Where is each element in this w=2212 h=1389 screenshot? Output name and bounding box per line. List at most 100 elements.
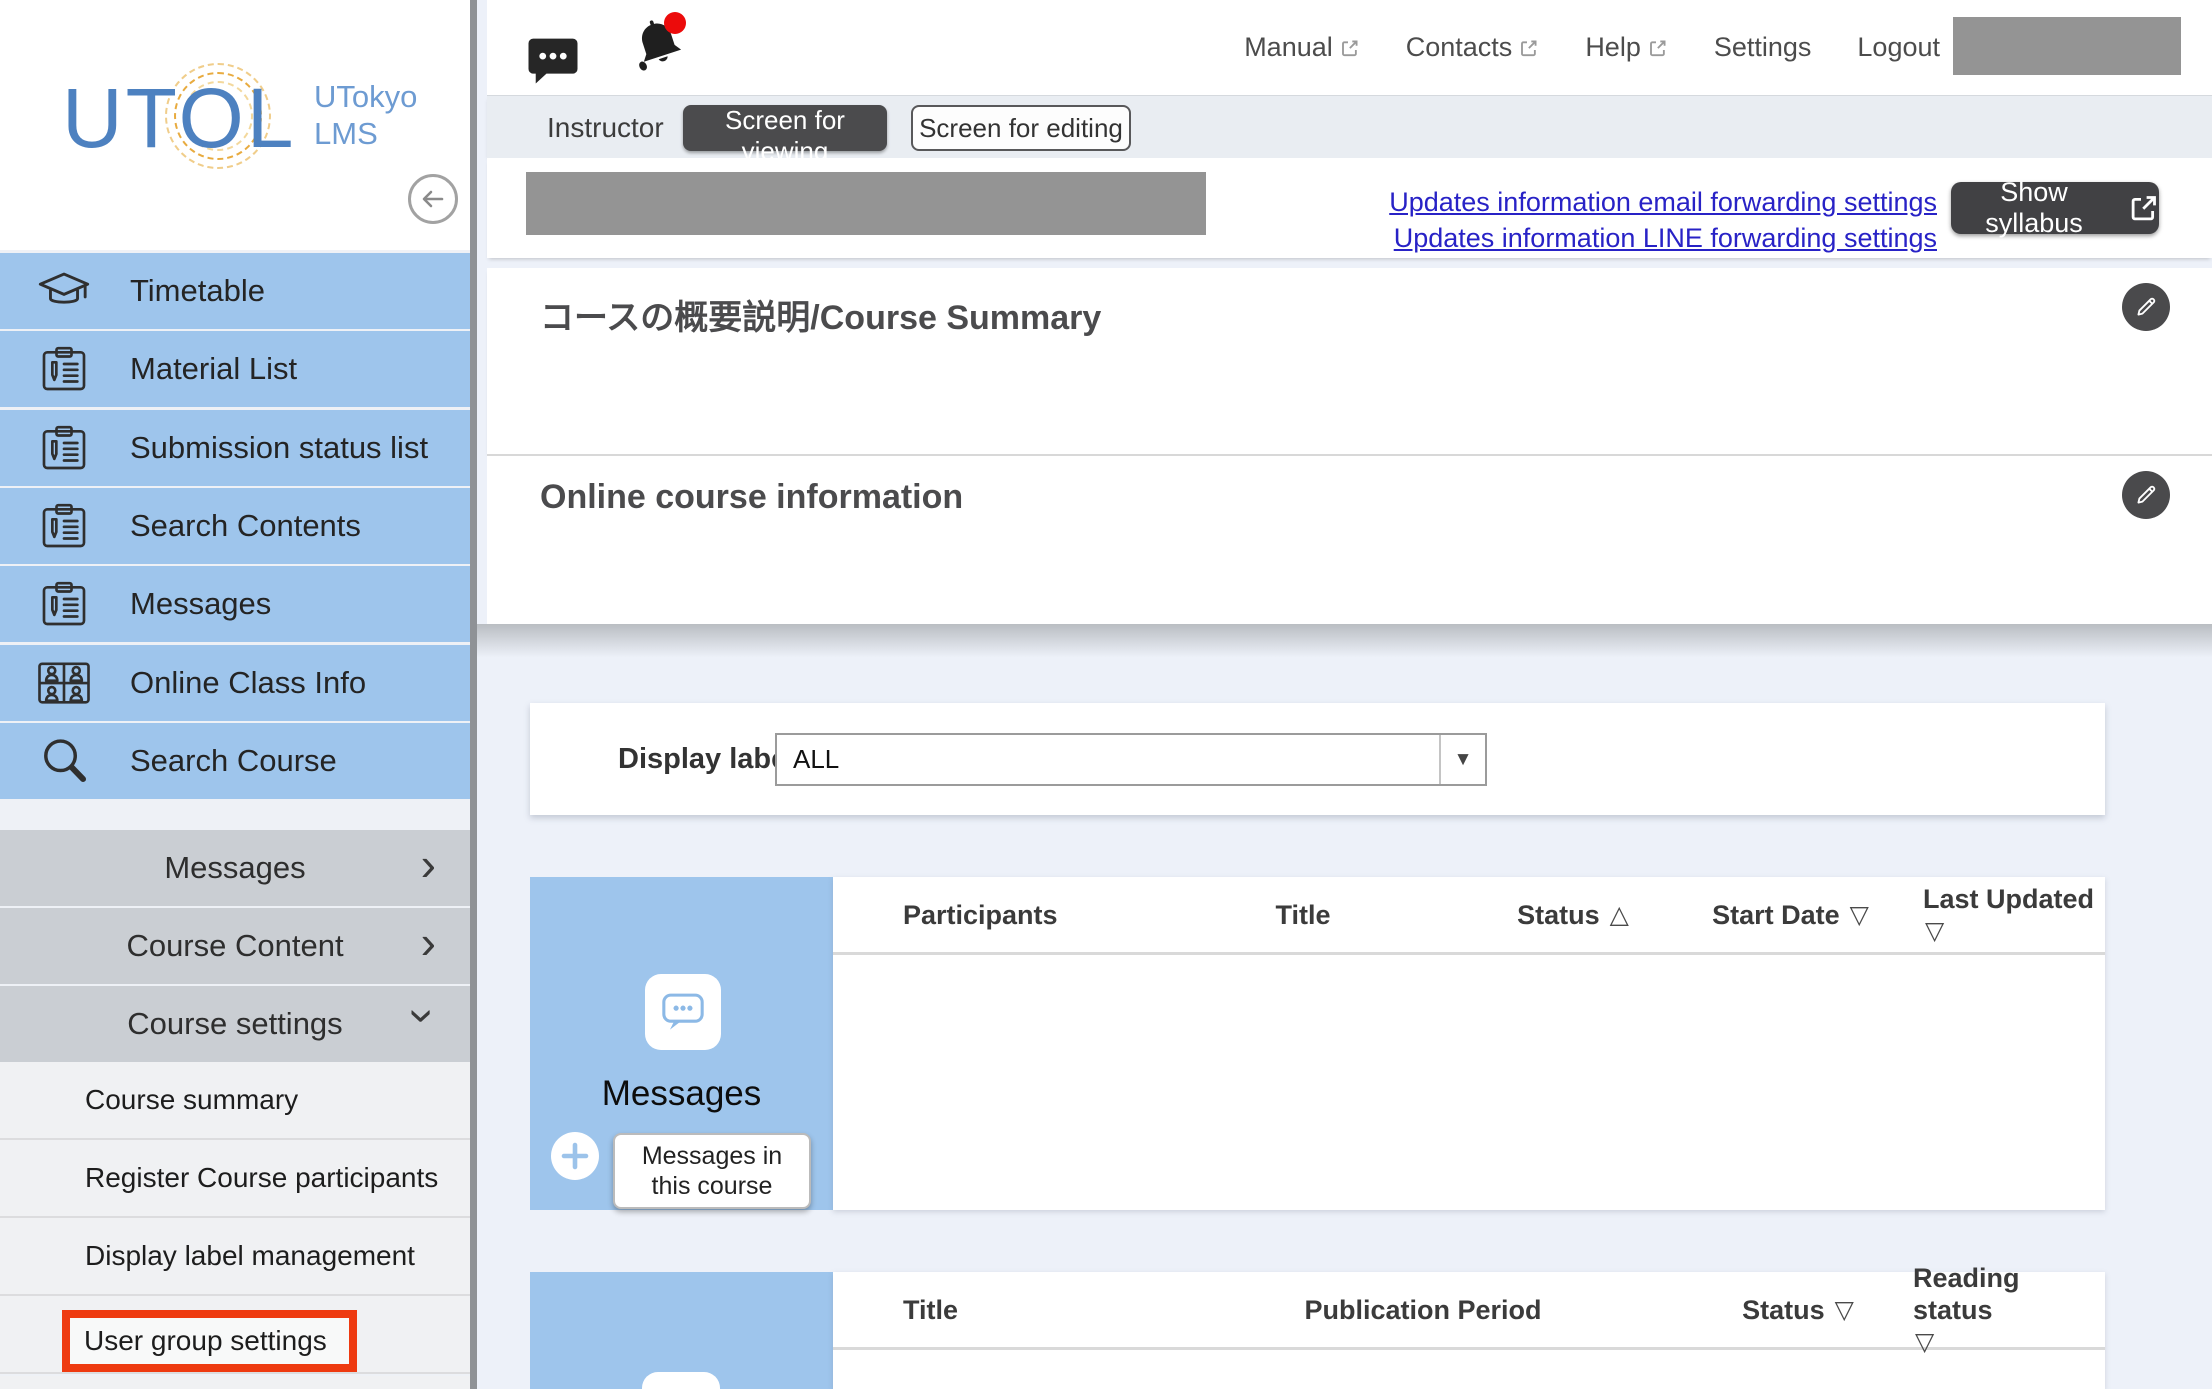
display-label-select[interactable]: ALL ▼ xyxy=(775,733,1487,786)
utol-logo: UTOL UTokyo LMS xyxy=(62,52,432,192)
nav-help[interactable]: Help xyxy=(1585,32,1668,63)
column-label: Participants xyxy=(903,899,1058,931)
forwarding-links: Updates information email forwarding set… xyxy=(1000,184,1937,256)
nav-label: Settings xyxy=(1714,32,1812,63)
screen-for-viewing-button[interactable]: Screen for viewing xyxy=(683,105,887,151)
sidebar-item-label: Submission status list xyxy=(130,430,428,466)
online-course-info-title: Online course information xyxy=(540,478,963,517)
role-label: Instructor xyxy=(547,96,664,159)
sort-desc-icon: ▽ xyxy=(1835,1294,1854,1326)
column-header-status[interactable]: Status ▽ xyxy=(1723,1272,1873,1347)
chat-messages-icon[interactable] xyxy=(525,36,581,88)
sidebar-group-label: Course settings xyxy=(127,1006,342,1042)
sidebar-subitem-label: Course summary xyxy=(85,1084,298,1116)
sidebar-subitem-partial xyxy=(0,1376,470,1389)
display-label-text: Display label xyxy=(618,703,795,815)
section-shadow-fade xyxy=(477,624,2212,666)
sidebar-collapse-button[interactable] xyxy=(408,174,458,224)
display-label-selected-value: ALL xyxy=(777,744,1439,775)
clipboard-pencil-icon xyxy=(31,422,97,474)
messages-tile[interactable]: Messages Messages in this course xyxy=(530,877,833,1210)
column-header-participants: Participants xyxy=(833,877,1123,952)
column-label: Publication Period xyxy=(1304,1294,1541,1326)
nav-label: Contacts xyxy=(1406,32,1513,63)
nav-label: Logout xyxy=(1857,32,1940,63)
column-label: Reading status xyxy=(1913,1263,2020,1325)
sidebar-item-material-list[interactable]: Material List xyxy=(0,331,470,407)
sidebar-item-label: Search Contents xyxy=(130,508,361,544)
sidebar-item-search-course[interactable]: Search Course xyxy=(0,723,470,799)
external-link-icon xyxy=(1519,38,1539,58)
sidebar-item-label: Timetable xyxy=(130,273,265,309)
dropdown-arrow-icon[interactable]: ▼ xyxy=(1439,735,1485,784)
course-content-tile[interactable] xyxy=(530,1272,833,1389)
column-label: Title xyxy=(1275,899,1330,931)
clipboard-pencil-icon xyxy=(31,500,97,552)
logo-subtitle: UTokyo LMS xyxy=(314,78,417,152)
sidebar-group-messages[interactable]: Messages › xyxy=(0,830,470,906)
sidebar-subitem-register-course-participants[interactable]: Register Course participants xyxy=(0,1140,470,1218)
notification-badge xyxy=(664,12,686,34)
sidebar-item-search-contents[interactable]: Search Contents xyxy=(0,488,470,564)
sidebar-item-online-class-info[interactable]: Online Class Info xyxy=(0,645,470,721)
sidebar-item-submission-status-list[interactable]: Submission status list xyxy=(0,410,470,486)
nav-logout[interactable]: Logout xyxy=(1857,32,1940,63)
nav-label: Manual xyxy=(1244,32,1333,63)
sidebar-group-course-content[interactable]: Course Content › xyxy=(0,908,470,984)
arrow-left-icon xyxy=(420,186,446,212)
screen: UTOL UTokyo LMS xyxy=(0,0,2212,1389)
email-forwarding-settings-link[interactable]: Updates information email forwarding set… xyxy=(1000,184,1937,220)
sidebar-item-timetable[interactable]: Timetable xyxy=(0,253,470,329)
screen-for-editing-button[interactable]: Screen for editing xyxy=(911,105,1131,151)
chat-bubble-icon xyxy=(645,974,721,1050)
sidebar-scrollbar[interactable] xyxy=(470,0,477,1389)
sidebar-subitem-display-label-management[interactable]: Display label management xyxy=(0,1218,470,1296)
add-message-button[interactable] xyxy=(551,1132,599,1180)
nav-contacts[interactable]: Contacts xyxy=(1406,32,1540,63)
column-header-last-updated[interactable]: Last Updated ▽ xyxy=(1918,877,2105,952)
column-header-start-date[interactable]: Start Date ▽ xyxy=(1663,877,1918,952)
sidebar-subitem-course-summary[interactable]: Course summary xyxy=(0,1062,470,1140)
edit-online-course-info-button[interactable] xyxy=(2122,471,2170,519)
online-course-info-section: Online course information xyxy=(487,454,2212,624)
chevron-right-icon: › xyxy=(421,844,436,884)
column-header-reading-status[interactable]: Reading status ▽ xyxy=(1873,1272,2105,1347)
course-summary-section: コースの概要説明/Course Summary xyxy=(487,268,2212,454)
sidebar-item-label: Material List xyxy=(130,351,297,387)
pencil-icon xyxy=(2133,294,2159,320)
logo-subtitle-line2: LMS xyxy=(314,116,378,151)
edit-course-summary-button[interactable] xyxy=(2122,283,2170,331)
column-header-title: Title xyxy=(833,1272,1123,1347)
messages-tile-label: Messages xyxy=(530,1074,833,1114)
sidebar-group-course-settings[interactable]: Course settings › xyxy=(0,986,470,1062)
nav-manual[interactable]: Manual xyxy=(1244,32,1360,63)
column-label: Status xyxy=(1742,1294,1825,1326)
external-link-icon xyxy=(2129,193,2159,223)
messages-table: Participants Title Status △ Start Date ▽… xyxy=(833,877,2105,1210)
sidebar-subitem-user-group-settings[interactable]: User group settings xyxy=(0,1296,470,1374)
nav-label: Help xyxy=(1585,32,1641,63)
logo-brand-text: UTOL xyxy=(62,70,297,167)
sort-desc-icon: ▽ xyxy=(1915,1326,2105,1358)
column-header-status[interactable]: Status △ xyxy=(1483,877,1663,952)
highlight-annotation-box[interactable]: User group settings xyxy=(62,1310,357,1372)
plus-icon xyxy=(560,1141,590,1171)
column-label: Title xyxy=(903,1294,958,1326)
course-header-row: Updates information email forwarding set… xyxy=(487,158,2212,258)
messages-in-this-course-tooltip[interactable]: Messages in this course xyxy=(613,1133,811,1209)
show-syllabus-button[interactable]: Show syllabus xyxy=(1951,182,2159,234)
column-label: Status xyxy=(1517,899,1600,931)
show-syllabus-label: Show syllabus xyxy=(1951,177,2117,239)
line-forwarding-settings-link[interactable]: Updates information LINE forwarding sett… xyxy=(1000,220,1937,256)
nav-settings[interactable]: Settings xyxy=(1714,32,1812,63)
sidebar-subitem-label: Register Course participants xyxy=(85,1162,438,1194)
sidebar-item-messages[interactable]: Messages xyxy=(0,566,470,642)
course-summary-title: コースの概要説明/Course Summary xyxy=(540,290,1101,339)
chevron-down-icon: › xyxy=(404,1008,444,1023)
column-header-publication-period: Publication Period xyxy=(1123,1272,1723,1347)
sidebar-group-label: Course Content xyxy=(126,928,343,964)
sort-desc-icon: ▽ xyxy=(1925,915,2094,947)
column-label: Last Updated xyxy=(1923,884,2094,914)
sort-desc-icon: ▽ xyxy=(1850,899,1869,931)
sidebar: UTOL UTokyo LMS xyxy=(0,0,470,1389)
